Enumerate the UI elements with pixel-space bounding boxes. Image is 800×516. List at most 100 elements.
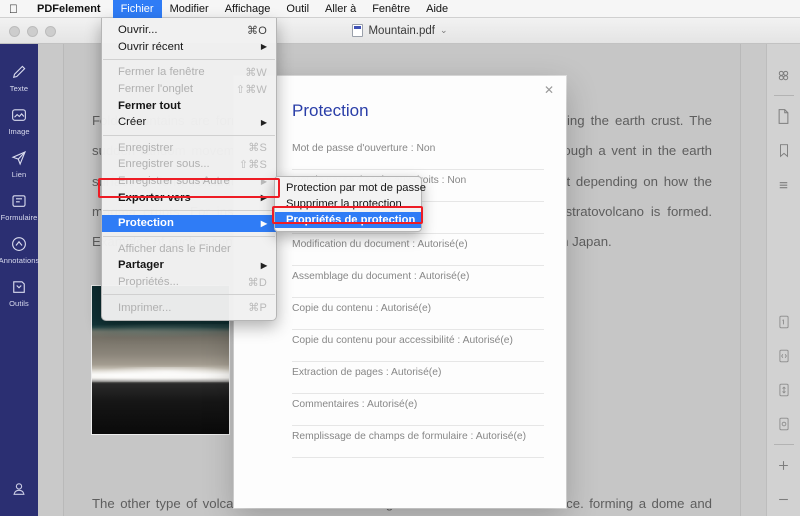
menu-item-imprimer: Imprimer... ⌘P xyxy=(102,299,276,316)
page-rotate-tool-icon xyxy=(778,417,789,431)
minimize-window-button[interactable] xyxy=(27,26,38,37)
submenu-arrow-icon: ▶ xyxy=(260,218,267,228)
sidebar-label-annotations: Annotations xyxy=(0,256,40,265)
list-lines-icon xyxy=(779,181,788,188)
sidebar-item-outils[interactable]: Outils xyxy=(0,271,38,314)
chevron-down-icon[interactable]: ⌄ xyxy=(440,25,448,36)
submenu-arrow-icon: ▶ xyxy=(260,117,267,127)
window-traffic-lights[interactable] xyxy=(9,26,56,37)
sidebar-label-image: Image xyxy=(8,127,30,136)
menu-item-protection[interactable]: Protection ▶ xyxy=(102,214,276,232)
menu-item-afficher-dans-le-finder: Afficher dans le Finder xyxy=(102,241,276,258)
sidebar-right-list[interactable] xyxy=(767,167,800,201)
menubar-app-name[interactable]: PDFelement xyxy=(29,0,113,18)
menubar-item-affichage[interactable]: Affichage xyxy=(217,0,279,18)
sidebar-right-thumbnails[interactable] xyxy=(767,58,800,92)
thumbnails-grid-icon xyxy=(778,70,789,80)
sidebar-right-page-crop-tool[interactable] xyxy=(767,339,800,373)
menu-item-ouvrir-recent[interactable]: Ouvrir récent ▶ xyxy=(102,39,276,56)
protection-row: Mot de passe d'ouverture : Non xyxy=(292,138,544,170)
protection-row-text: Extraction de pages : Autorisé(e) xyxy=(292,367,442,378)
menu-item-partager[interactable]: Partager ▶ xyxy=(102,257,276,274)
menu-item-proprietes: Propriétés... ⌘D xyxy=(102,274,276,291)
menu-item-exporter-vers[interactable]: Exporter vers ▶ xyxy=(102,189,276,206)
menubar-item-modifier[interactable]: Modifier xyxy=(162,0,217,18)
protection-row: Copie du contenu : Autorisé(e) xyxy=(292,298,544,330)
menu-item-label: Imprimer... xyxy=(118,301,172,314)
page-icon xyxy=(778,108,789,124)
submenu-item-label: Protection par mot de passe xyxy=(286,182,426,194)
sidebar-item-texte[interactable]: Texte xyxy=(0,56,38,99)
submenu-arrow-icon: ▶ xyxy=(260,176,267,186)
sidebar-right-page-rotate-tool[interactable] xyxy=(767,407,800,441)
dialog-title: Protection xyxy=(292,101,369,120)
protection-row: Modification du document : Autorisé(e) xyxy=(292,234,544,266)
submenu-item-supprimer-la-protection[interactable]: Supprimer la protection xyxy=(275,196,421,212)
submenu-item-proprietes-de-protection[interactable]: Propriétés de protection xyxy=(275,212,421,228)
menu-item-label: Créer xyxy=(118,116,147,129)
menu-item-label: Ouvrir... xyxy=(118,24,158,37)
submenu-item-label: Propriétés de protection xyxy=(286,214,416,226)
menubar-item-aide[interactable]: Aide xyxy=(418,0,456,18)
protection-row-text: Copie du contenu : Autorisé(e) xyxy=(292,303,432,314)
sidebar-right-page[interactable] xyxy=(767,99,800,133)
protection-row: Assemblage du document : Autorisé(e) xyxy=(292,266,544,298)
submenu-item-protection-par-mot-de-passe[interactable]: Protection par mot de passe xyxy=(275,180,426,196)
tools-icon xyxy=(13,281,25,293)
sidebar-label-formulaire: Formulaire xyxy=(0,213,38,222)
menu-item-fermer-tout[interactable]: Fermer tout xyxy=(102,97,276,114)
close-window-button[interactable] xyxy=(9,26,20,37)
menu-item-label: Afficher dans le Finder xyxy=(118,242,231,255)
sidebar-item-annotations[interactable]: Annotations xyxy=(0,228,40,271)
menubar-item-aller-a[interactable]: Aller à xyxy=(317,0,364,18)
sidebar-item-image[interactable]: Image xyxy=(0,99,38,142)
menu-separator xyxy=(103,134,275,136)
submenu-arrow-icon: ▶ xyxy=(260,260,267,270)
submenu-arrow-icon: ▶ xyxy=(260,42,267,52)
image-icon xyxy=(12,109,26,121)
zoom-out-button[interactable] xyxy=(767,482,800,516)
sidebar-right-page-split-tool[interactable] xyxy=(767,373,800,407)
sidebar-right-page-number-tool[interactable] xyxy=(767,305,800,339)
page-number-tool-icon xyxy=(778,315,789,329)
macos-menu-bar:  PDFelement Fichier Modifier Affichage … xyxy=(0,0,800,18)
sidebar-item-lien[interactable]: Lien xyxy=(0,142,38,185)
zoom-in-button[interactable] xyxy=(767,448,800,482)
menubar-item-fichier[interactable]: Fichier xyxy=(112,0,162,18)
maximize-window-button[interactable] xyxy=(45,26,56,37)
menubar-item-fenetre[interactable]: Fenêtre xyxy=(364,0,418,18)
menu-item-enregistrer-sous: Enregistrer sous... ⇧⌘S xyxy=(102,156,276,173)
pdf-file-icon xyxy=(352,24,364,37)
menu-item-shortcut: ⌘O xyxy=(247,24,267,37)
menu-item-ouvrir[interactable]: Ouvrir... ⌘O xyxy=(102,22,276,39)
protection-row-text: Commentaires : Autorisé(e) xyxy=(292,399,418,410)
menu-item-shortcut: ⌘D xyxy=(247,276,267,289)
document-title-text: Mountain.pdf xyxy=(368,24,435,37)
apple-logo-icon[interactable]:  xyxy=(0,3,29,15)
form-icon xyxy=(12,195,26,207)
account-button[interactable] xyxy=(0,480,38,498)
sidebar-right-separator xyxy=(773,95,794,96)
close-x-icon[interactable]: ✕ xyxy=(542,83,556,97)
sidebar-right-bookmark[interactable] xyxy=(767,133,800,167)
menu-item-label: Protection xyxy=(118,217,174,230)
menu-item-creer[interactable]: Créer ▶ xyxy=(102,114,276,131)
account-person-icon xyxy=(13,483,25,495)
menu-item-shortcut: ⌘P xyxy=(248,302,267,315)
sidebar-item-formulaire[interactable]: Formulaire xyxy=(0,185,38,228)
menu-item-shortcut: ⌘W xyxy=(245,66,267,79)
left-tool-sidebar: Texte Image Lien Formulaire Annotations xyxy=(0,44,40,516)
protection-row: Remplissage de champs de formulaire : Au… xyxy=(292,426,544,458)
sidebar-right-separator-2 xyxy=(773,444,794,445)
menu-item-label: Ouvrir récent xyxy=(118,40,184,53)
menu-item-label: Exporter vers xyxy=(118,191,191,204)
menu-item-enregistrer-sous-autre: Enregistrer sous Autre ▶ xyxy=(102,173,276,190)
page-split-tool-icon xyxy=(778,383,789,397)
menu-item-label: Partager xyxy=(118,259,164,272)
menubar-item-outil[interactable]: Outil xyxy=(278,0,317,18)
protection-dialog: ✕ Protection Mot de passe d'ouverture : … xyxy=(234,76,566,508)
document-title[interactable]: Mountain.pdf ⌄ xyxy=(352,24,448,37)
protection-row-text: Mot de passe d'ouverture : Non xyxy=(292,143,436,154)
menu-separator xyxy=(103,209,275,211)
link-arrow-icon xyxy=(11,150,27,166)
